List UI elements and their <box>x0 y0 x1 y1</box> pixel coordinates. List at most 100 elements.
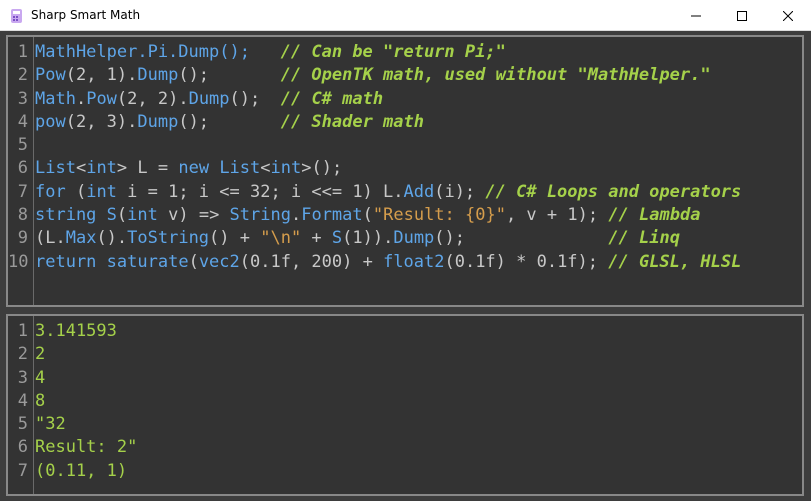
code-token: new <box>178 158 210 179</box>
code-token: < <box>75 158 87 179</box>
output-line: 22 <box>8 343 137 366</box>
code-token: Format <box>301 205 363 226</box>
code-token: saturate <box>106 251 189 272</box>
code-comment: // Linq <box>608 228 680 249</box>
code-token: + <box>301 228 332 249</box>
output-line: 7 (0.11, 1) <box>8 460 137 483</box>
title-bar[interactable]: Sharp Smart Math <box>0 0 811 31</box>
minimize-button[interactable] <box>673 0 719 31</box>
line-number: 6 <box>17 158 28 179</box>
code-token: int <box>86 158 117 179</box>
code-token: ToString <box>127 228 210 249</box>
code-line[interactable]: 9 (L.Max().ToString() + "\n" + S(1)).Dump… <box>8 227 741 250</box>
code-comment: // C# math <box>280 88 384 109</box>
code-token: () + <box>209 228 261 249</box>
code-token: . <box>290 205 302 226</box>
code-token: (2, 3). <box>65 111 138 132</box>
code-token: Pow <box>35 65 66 86</box>
minimize-icon <box>691 15 701 16</box>
code-token: Pow <box>86 88 117 109</box>
code-token: Dump <box>137 111 179 132</box>
code-token: pow <box>35 111 66 132</box>
code-line[interactable]: 8 string S(int v) => String.Format("Resul… <box>8 204 741 227</box>
code-token: vec2 <box>198 251 240 272</box>
output-text: 3.141593 <box>35 321 117 341</box>
code-token: Math <box>35 88 76 109</box>
output-lines: 1 3.141593 2 2 3 4 4 8 5 "32 6 Result: 2" 7 (0.11, 1) <box>8 320 138 483</box>
output-text: 8 <box>35 390 46 411</box>
code-token: S <box>331 228 343 249</box>
code-token: int <box>86 181 117 202</box>
code-line[interactable]: 7 for (int i = 1; i <= 32; i <<= 1) L.Add… <box>8 181 742 204</box>
line-number: 7 <box>17 460 28 481</box>
code-token: (); <box>229 88 261 109</box>
code-string: "\n" <box>260 228 302 249</box>
line-number: 1 <box>17 321 28 341</box>
code-token: List <box>35 158 76 179</box>
code-token: for <box>35 181 66 202</box>
code-token: (2, 1). <box>65 65 138 86</box>
line-number: 6 <box>17 437 28 458</box>
code-token: S <box>106 205 117 226</box>
line-number: 5 <box>17 414 28 435</box>
output-line: 6 Result: 2" <box>8 436 138 459</box>
code-line[interactable]: 5 <box>8 134 741 157</box>
output-text: 4 <box>35 367 46 388</box>
code-line[interactable]: 2 Pow(2, 1).Dump(); // OpenTK math, used … <box>8 64 741 87</box>
output-text: (0.11, 1) <box>35 460 128 481</box>
code-comment: // OpenTK math, used without "MathHelper… <box>280 65 711 86</box>
close-icon <box>783 10 793 21</box>
line-number: 4 <box>17 390 28 411</box>
output-panel[interactable]: 1 3.141593 2 2 3 4 4 8 5 "32 6 Result: 2" 7 (0.11, 1) <box>6 314 804 496</box>
code-token: > L = <box>116 158 179 179</box>
code-token: (); <box>178 111 210 132</box>
client-area: 1 MathHelper.Pi.Dump(); // Can be "return… <box>0 31 811 501</box>
code-line[interactable]: 3 Math.Pow(2, 2).Dump(); // C# math <box>8 88 741 111</box>
code-line[interactable]: 6 List<int> L = new List<int>(); <box>8 157 741 180</box>
code-token: String <box>229 205 291 226</box>
line-number: 1 <box>17 42 28 62</box>
code-token: Dump <box>393 228 435 249</box>
code-line[interactable]: 4 pow(2, 3).Dump(); // Shader math <box>8 111 741 134</box>
code-token: return <box>35 251 97 272</box>
code-token: (1)). <box>342 228 394 249</box>
output-text: 2 <box>35 344 46 365</box>
code-token: i = 1; i <= 32; i <<= 1) L. <box>116 181 404 202</box>
code-comment: // GLSL, HLSL <box>608 251 742 272</box>
code-token: . <box>75 88 87 109</box>
code-token: MathHelper.Pi.Dump(); <box>35 42 250 62</box>
maximize-icon <box>737 10 747 21</box>
code-token: >(); <box>301 158 343 179</box>
code-token: List <box>219 158 261 179</box>
window-title: Sharp Smart Math <box>31 8 141 22</box>
code-lines[interactable]: 1 MathHelper.Pi.Dump(); // Can be "return… <box>8 41 741 274</box>
code-token: < <box>260 158 271 179</box>
code-token: (0.1f) * 0.1f); <box>444 251 609 272</box>
code-line[interactable]: 1 MathHelper.Pi.Dump(); // Can be "return… <box>8 41 741 64</box>
code-token: float2 <box>383 251 445 272</box>
code-editor[interactable]: 1 MathHelper.Pi.Dump(); // Can be "return… <box>6 35 804 307</box>
line-number: 5 <box>17 135 28 156</box>
code-token: (); <box>178 65 210 86</box>
close-button[interactable] <box>765 0 811 31</box>
code-comment: // Shader math <box>280 111 424 132</box>
code-string: "Result: {0}" <box>372 205 506 226</box>
code-token: ( <box>188 251 199 272</box>
line-number: 9 <box>17 228 28 249</box>
code-token: (2, 2). <box>116 88 189 109</box>
code-token: Add <box>403 181 435 202</box>
code-comment: // Can be "return Pi;" <box>280 42 506 62</box>
code-token: (L. <box>35 228 66 249</box>
maximize-button[interactable] <box>719 0 765 31</box>
code-token: int <box>270 158 302 179</box>
code-line[interactable]: 10 return saturate(vec2(0.1f, 200) + floa… <box>8 251 741 274</box>
code-token: Dump <box>137 65 179 86</box>
